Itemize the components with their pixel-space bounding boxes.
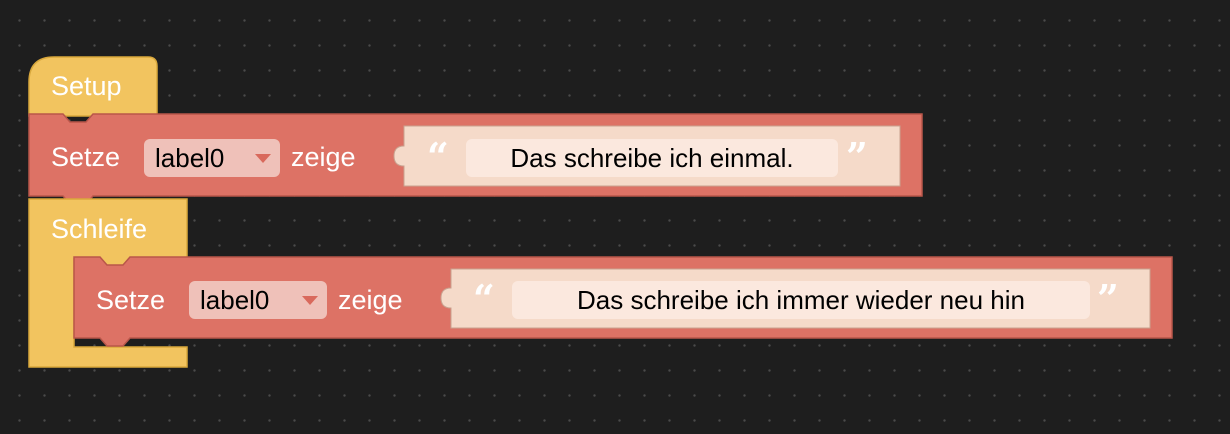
block-shapes (28, 56, 1173, 368)
setup-block-label: Setup (51, 71, 122, 101)
setup-text-field[interactable]: Das schreibe ich einmal. (466, 139, 838, 177)
loop-target-dropdown[interactable]: label0 (189, 281, 327, 319)
chevron-down-icon[interactable] (255, 154, 271, 163)
close-quote-icon: ” (1097, 276, 1119, 321)
setup-zeige-label: zeige (291, 142, 356, 172)
open-quote-icon: “ (473, 276, 495, 321)
blocks-workspace[interactable]: Setup Setze label0 zeige “ Das schreibe … (0, 0, 1230, 434)
close-quote-icon: ” (846, 134, 868, 179)
loop-block-label: Schleife (51, 214, 148, 244)
loop-setze-label: Setze (96, 285, 166, 315)
chevron-down-icon[interactable] (302, 296, 318, 305)
open-quote-icon: “ (427, 134, 449, 179)
setup-setze-label: Setze (51, 142, 121, 172)
loop-text-field[interactable]: Das schreibe ich immer wieder neu hin (512, 281, 1090, 319)
loop-zeige-label: zeige (338, 285, 403, 315)
setup-target-dropdown[interactable]: label0 (144, 139, 280, 177)
loop-dropdown-value: label0 (200, 284, 270, 315)
setup-dropdown-value: label0 (155, 142, 225, 173)
